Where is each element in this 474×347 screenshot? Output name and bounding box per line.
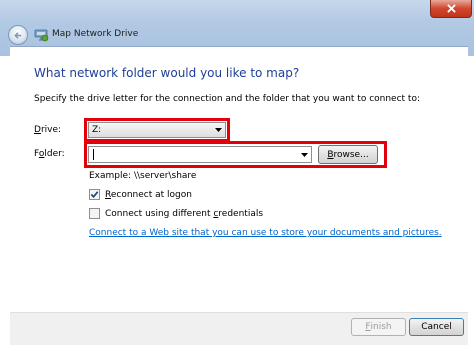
instructions-text: Specify the drive letter for the connect… [34,94,421,104]
example-text: Example: \\server\share [89,171,197,181]
checkmark-icon [90,191,99,198]
credentials-option[interactable]: Connect using different credentials [89,208,263,219]
close-button[interactable] [430,0,472,18]
folder-label: Folder: [34,149,65,159]
network-drive-icon [34,29,49,42]
credentials-label: Connect using different credentials [105,208,264,219]
window-title: Map Network Drive [52,29,139,39]
folder-highlight-box [84,141,387,168]
page-heading: What network folder would you like to ma… [34,66,300,80]
close-icon [446,4,456,13]
web-storage-link[interactable]: Connect to a Web site that you can use t… [89,228,442,238]
cancel-button[interactable]: Cancel [409,318,464,336]
reconnect-option[interactable]: Reconnect at logon [89,189,192,200]
reconnect-checkbox[interactable] [89,189,100,200]
credentials-checkbox[interactable] [89,208,100,219]
back-arrow-icon [13,31,21,39]
back-button[interactable] [8,25,28,45]
dialog-body [10,46,468,342]
drive-highlight-box [84,118,230,142]
drive-label: Drive: [34,125,62,135]
finish-button[interactable]: Finish [351,318,406,336]
reconnect-label: Reconnect at logon [105,189,192,200]
